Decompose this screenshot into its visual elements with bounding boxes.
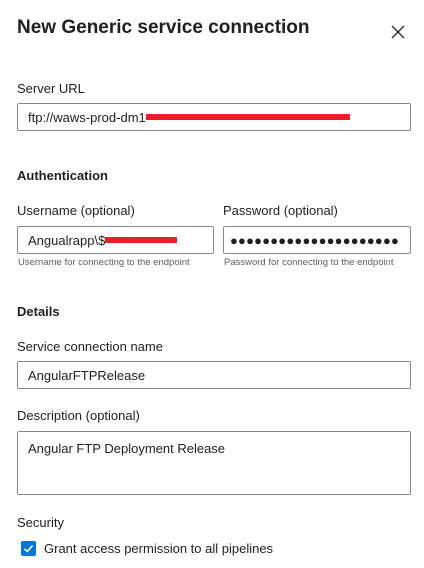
server-url-label: Server URL [17,81,85,96]
service-connection-name-label: Service connection name [17,339,163,354]
password-hint: Password for connecting to the endpoint [224,257,394,268]
description-textarea[interactable]: Angular FTP Deployment Release [17,431,411,495]
grant-access-label[interactable]: Grant access permission to all pipelines [44,541,273,556]
service-connection-name-value: AngularFTPRelease [28,367,146,383]
close-icon [391,25,405,39]
password-input[interactable]: ●●●●●●●●●●●●●●●●●●●●● [223,226,411,254]
username-hint: Username for connecting to the endpoint [18,257,190,268]
panel-title: New Generic service connection [17,17,310,38]
password-value: ●●●●●●●●●●●●●●●●●●●●● [230,232,400,248]
server-url-input[interactable]: ftp://waws-prod-dm1 [17,103,411,131]
authentication-heading: Authentication [17,168,108,183]
close-button[interactable] [386,20,410,44]
redaction-mark [105,237,178,243]
description-label: Description (optional) [17,408,140,423]
details-heading: Details [17,304,60,319]
description-value: Angular FTP Deployment Release [28,441,226,456]
security-heading: Security [17,515,64,530]
username-input[interactable]: Angualrapp\$ [17,226,214,254]
grant-access-checkbox[interactable] [21,541,36,556]
server-url-value: ftp://waws-prod-dm1 [28,109,146,125]
service-connection-name-input[interactable]: AngularFTPRelease [17,361,411,389]
checkmark-icon [23,544,34,553]
username-value: Angualrapp\$ [28,232,106,248]
service-connection-panel: New Generic service connection Server UR… [0,0,424,568]
password-label: Password (optional) [223,203,338,218]
username-label: Username (optional) [17,203,135,218]
redaction-mark [145,114,350,120]
